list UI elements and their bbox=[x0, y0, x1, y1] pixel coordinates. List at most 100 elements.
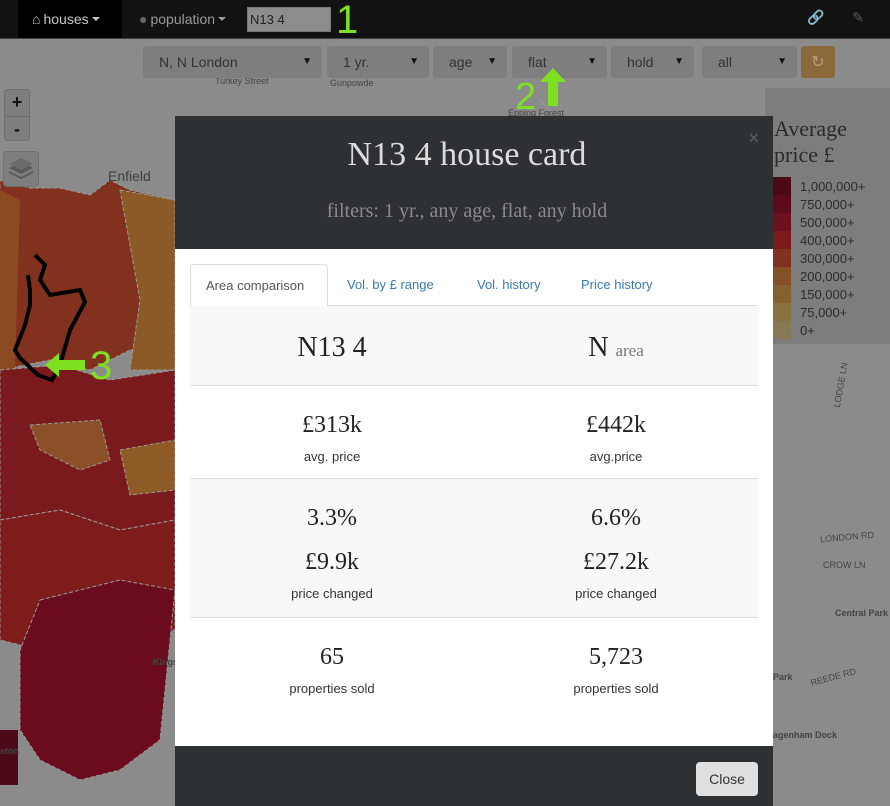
filter-bar: N, N London ▼ 1 yr. ▼ age ▼ flat ▼ hold … bbox=[0, 44, 890, 78]
legend-label: 1,000,000+ bbox=[800, 178, 866, 194]
tab-bar: Area comparison Vol. by £ range Vol. his… bbox=[190, 264, 758, 307]
legend-items: 1,000,000+ 750,000+ 500,000+ 400,000+ 300,00… bbox=[773, 177, 865, 339]
district-polygon bbox=[119, 439, 176, 496]
area-select-value: N, N London bbox=[159, 54, 238, 70]
left-area-name: N13 4 bbox=[297, 332, 367, 363]
map-label-crow-ln: CROW LN bbox=[823, 560, 866, 570]
left-price-change-pct: 3.3% bbox=[307, 505, 357, 531]
properties-sold-row: 65 properties sold 5,723 properties sold bbox=[190, 618, 758, 738]
legend-label: 0+ bbox=[800, 322, 815, 338]
zoom-out-button[interactable]: - bbox=[5, 116, 29, 142]
postcode-search-input[interactable] bbox=[247, 7, 331, 32]
legend-item: 200,000+ bbox=[773, 267, 865, 285]
left-avg-price: £313k bbox=[302, 412, 362, 438]
scope-select[interactable]: all ▼ bbox=[702, 46, 797, 78]
left-properties-sold-label: properties sold bbox=[289, 681, 375, 696]
close-button[interactable]: Close bbox=[696, 762, 758, 796]
legend-label: 75,000+ bbox=[800, 304, 848, 320]
right-properties-sold: 5,723 bbox=[589, 644, 643, 670]
layers-button[interactable] bbox=[3, 151, 39, 187]
legend-swatch bbox=[773, 213, 791, 231]
right-price-change-pct: 6.6% bbox=[591, 505, 641, 531]
population-menu-label: population bbox=[150, 11, 216, 27]
map-label-park: Park bbox=[773, 672, 793, 682]
user-icon: ● bbox=[139, 11, 148, 27]
price-change-row: 3.3% £9.9k price changed 6.6% £27.2k pri… bbox=[190, 479, 758, 618]
link-icon[interactable]: 🔗 bbox=[806, 9, 826, 29]
legend-label: 300,000+ bbox=[800, 250, 855, 266]
caret-down-icon bbox=[218, 17, 227, 21]
left-avg-price-label: avg. price bbox=[303, 449, 361, 464]
dropdown-arrow-icon: ▼ bbox=[409, 56, 419, 67]
caret-down-icon bbox=[91, 17, 100, 21]
legend-item: 75,000+ bbox=[773, 303, 865, 321]
map-label-central-park: Central Park bbox=[835, 608, 889, 618]
dropdown-arrow-icon: ▼ bbox=[487, 56, 497, 67]
refresh-button[interactable]: ↻ bbox=[801, 46, 835, 78]
annotation-arrow-left-icon bbox=[45, 353, 85, 377]
refresh-icon: ↻ bbox=[811, 54, 825, 71]
tab-vol-by-range[interactable]: Vol. by £ range bbox=[332, 264, 449, 306]
district-polygon bbox=[0, 730, 18, 785]
legend-swatch bbox=[773, 285, 791, 303]
legend-item: 400,000+ bbox=[773, 231, 865, 249]
home-icon: ⌂ bbox=[32, 11, 41, 27]
legend-item: 300,000+ bbox=[773, 249, 865, 267]
legend-label: 150,000+ bbox=[800, 286, 855, 302]
houses-menu-label: houses bbox=[43, 11, 89, 27]
right-area-code: N bbox=[588, 332, 609, 363]
tenure-select-value: hold bbox=[627, 54, 654, 70]
map-label-gunpowder: Gunpowde bbox=[330, 78, 374, 88]
population-menu[interactable]: ● population bbox=[125, 0, 245, 38]
annotation-2: 2 bbox=[515, 76, 537, 118]
left-price-change-label: price changed bbox=[291, 586, 373, 601]
zoom-control: + - bbox=[4, 89, 30, 141]
period-select[interactable]: 1 yr. ▼ bbox=[327, 46, 429, 78]
dropdown-arrow-icon: ▼ bbox=[777, 56, 787, 67]
legend-swatch bbox=[773, 303, 791, 321]
age-select[interactable]: age ▼ bbox=[433, 46, 507, 78]
layers-icon bbox=[8, 158, 34, 180]
legend-item: 0+ bbox=[773, 321, 865, 339]
modal-subtitle: filters: 1 yr., any age, flat, any hold bbox=[326, 200, 608, 222]
modal-body: Area comparison Vol. by £ range Vol. his… bbox=[175, 249, 773, 746]
legend-item: 750,000+ bbox=[773, 195, 865, 213]
dropdown-arrow-icon: ▼ bbox=[674, 56, 684, 67]
legend-swatch bbox=[773, 195, 791, 213]
right-properties-sold-label: properties sold bbox=[573, 681, 659, 696]
period-select-value: 1 yr. bbox=[343, 54, 370, 70]
houses-menu[interactable]: ⌂ houses bbox=[18, 0, 122, 38]
tab-vol-history[interactable]: Vol. history bbox=[462, 264, 556, 306]
zoom-in-button[interactable]: + bbox=[5, 90, 29, 116]
legend-swatch bbox=[773, 321, 791, 339]
right-price-change-abs: £27.2k bbox=[583, 549, 649, 575]
legend-label: 200,000+ bbox=[800, 268, 855, 284]
legend-item: 500,000+ bbox=[773, 213, 865, 231]
left-price-change-abs: £9.9k bbox=[305, 549, 359, 575]
navbar: ⌂ houses ● population 🔗 ✎ bbox=[0, 0, 890, 39]
tab-area-comparison[interactable]: Area comparison bbox=[190, 264, 328, 307]
legend-title: Average price £ bbox=[774, 116, 847, 168]
legend-swatch bbox=[773, 231, 791, 249]
right-area-name: N area bbox=[588, 332, 644, 363]
house-card-modal: × N13 4 house card filters: 1 yr., any a… bbox=[175, 116, 773, 806]
legend-label: 750,000+ bbox=[800, 196, 855, 212]
legend-swatch bbox=[773, 177, 791, 195]
legend-label: 400,000+ bbox=[800, 232, 855, 248]
right-area-suffix: area bbox=[615, 341, 644, 360]
dropdown-arrow-icon: ▼ bbox=[587, 56, 597, 67]
tenure-select[interactable]: hold ▼ bbox=[611, 46, 694, 78]
right-avg-price-label: avg.price bbox=[589, 449, 643, 464]
modal-title: N13 4 house card bbox=[347, 136, 587, 173]
comparison-header-row: N13 4 N area bbox=[190, 306, 758, 386]
avg-price-row: £313k avg. price £442k avg.price bbox=[190, 386, 758, 479]
pencil-icon[interactable]: ✎ bbox=[848, 9, 868, 29]
tab-price-history[interactable]: Price history bbox=[566, 264, 668, 306]
right-price-change-label: price changed bbox=[575, 586, 657, 601]
legend: Average price £ 1,000,000+ 750,000+ 500,00… bbox=[765, 88, 890, 344]
legend-title-line2: price £ bbox=[774, 142, 835, 167]
annotation-arrow-up-icon bbox=[540, 68, 566, 106]
area-select[interactable]: N, N London ▼ bbox=[143, 46, 322, 78]
map-label-enfield: Enfield bbox=[108, 168, 151, 184]
scope-select-value: all bbox=[718, 54, 733, 70]
